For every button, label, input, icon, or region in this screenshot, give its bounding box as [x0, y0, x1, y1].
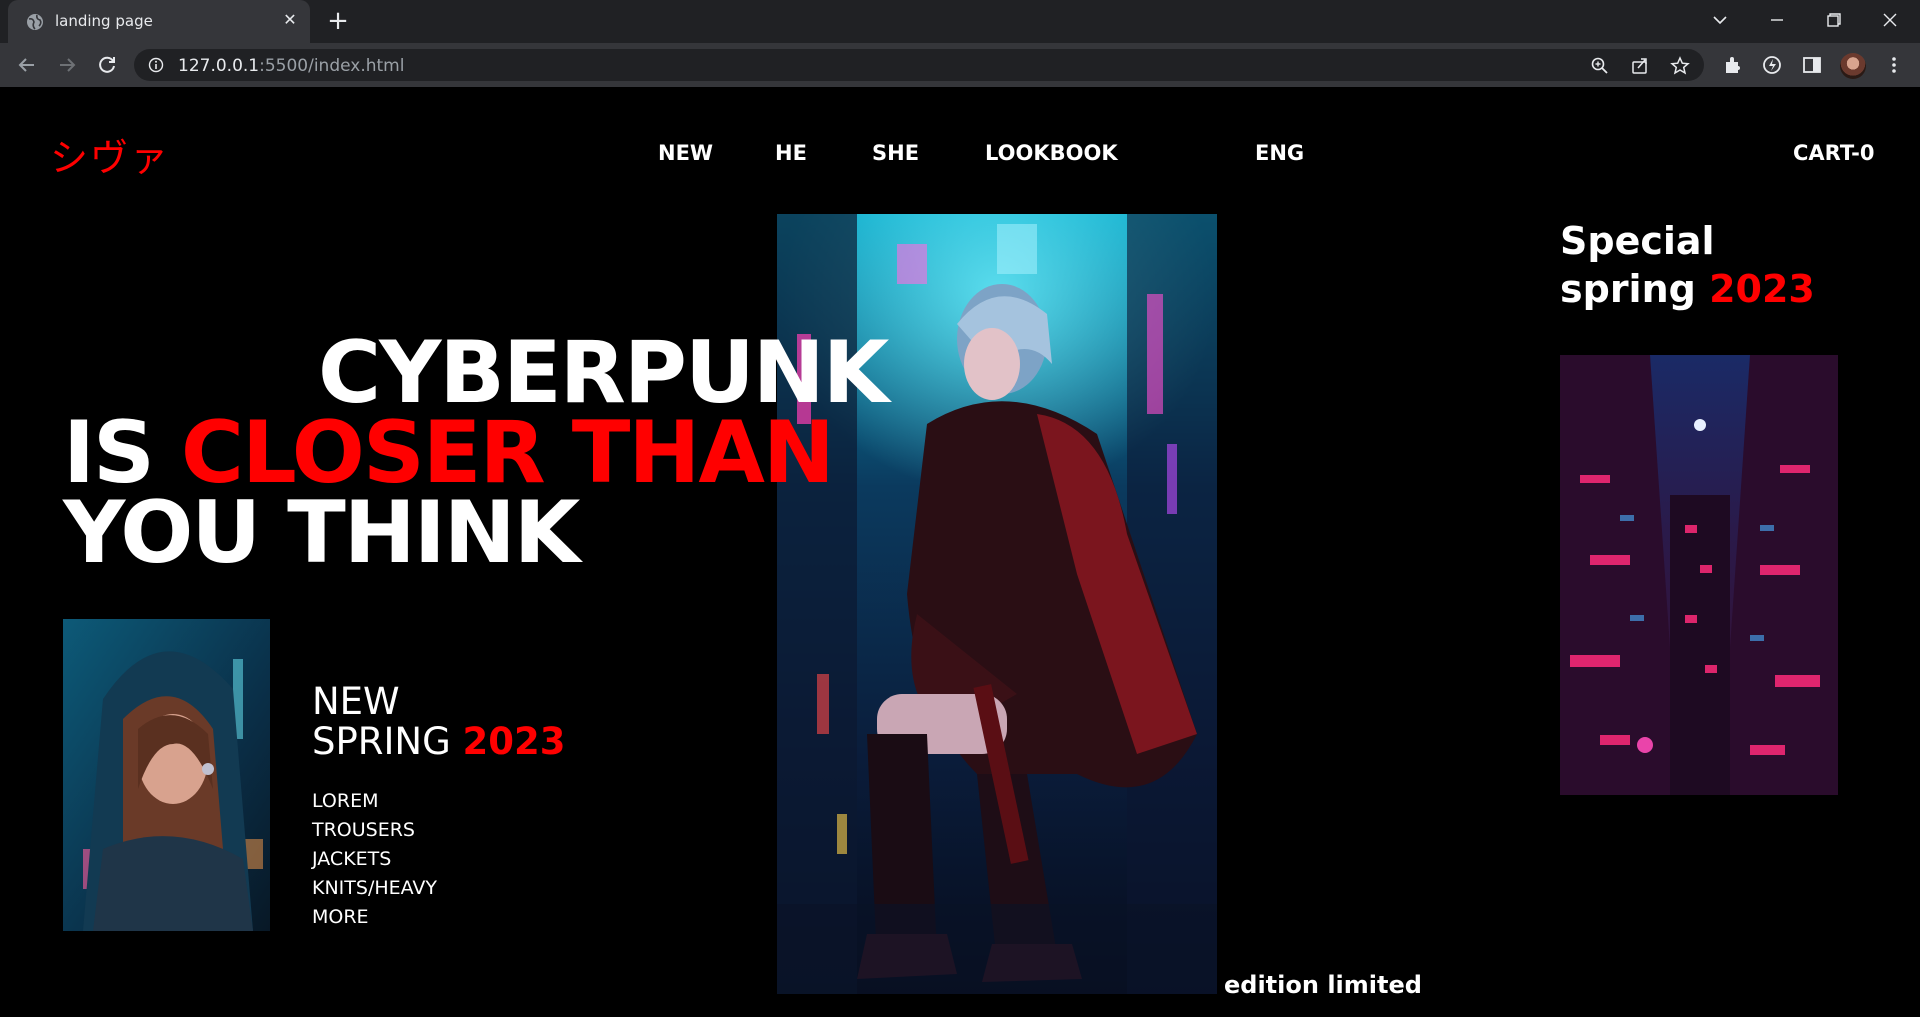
side-panel-icon[interactable] [1801, 54, 1823, 76]
collection-heading: NEW SPRING 2023 [312, 682, 566, 762]
tab-close-icon[interactable]: ✕ [280, 11, 300, 31]
category-lorem[interactable]: LOREM [312, 787, 437, 816]
landing-page: シヴァ NEW HE SHE LOOKBOOK ENG CART-0 CYBER… [0, 87, 1920, 1017]
bookmark-star-icon[interactable] [1670, 56, 1690, 76]
collection-image [63, 619, 270, 931]
nav-lookbook[interactable]: LOOKBOOK [985, 141, 1118, 165]
site-logo[interactable]: シヴァ [50, 127, 170, 182]
tab-title: landing page [55, 12, 153, 30]
share-icon[interactable] [1630, 56, 1650, 76]
collection-line-1: NEW [312, 680, 400, 723]
site-info-icon[interactable] [148, 57, 164, 73]
hero-line-1: CYBERPUNK [318, 323, 889, 423]
category-trousers[interactable]: TROUSERS [312, 816, 437, 845]
zoom-icon[interactable] [1590, 56, 1610, 76]
collection-year: 2023 [462, 720, 566, 763]
cart-link[interactable]: CART-0 [1793, 141, 1874, 165]
category-jackets[interactable]: JACKETS [312, 845, 437, 874]
hero-line-2: IS CLOSER THAN [63, 410, 835, 496]
performance-icon[interactable] [1761, 54, 1783, 76]
close-window-icon[interactable] [1875, 8, 1905, 32]
category-more[interactable]: MORE [312, 903, 437, 932]
url-text[interactable]: 127.0.0.1:5500/index.html [178, 56, 404, 76]
category-list: LOREM TROUSERS JACKETS KNITS/HEAVY MORE [312, 787, 437, 932]
reload-icon[interactable] [94, 52, 120, 78]
browser-toolbar: 127.0.0.1:5500/index.html [0, 43, 1920, 87]
new-tab-icon[interactable]: + [324, 8, 352, 36]
address-bar[interactable]: 127.0.0.1:5500/index.html [134, 49, 1704, 81]
nav-new[interactable]: NEW [658, 141, 713, 165]
special-year: 2023 [1709, 267, 1815, 311]
collection-line-2: SPRING 2023 [312, 720, 566, 763]
back-icon[interactable] [14, 52, 40, 78]
special-image [1560, 355, 1838, 795]
hero-line-3: YOU THINK [63, 483, 580, 583]
minimize-icon[interactable] [1762, 8, 1792, 32]
profile-avatar[interactable] [1840, 53, 1866, 79]
nav-he[interactable]: HE [775, 141, 807, 165]
browser-tab[interactable]: landing page ✕ [8, 0, 310, 43]
nav-language[interactable]: ENG [1255, 141, 1304, 165]
nav-she[interactable]: SHE [872, 141, 919, 165]
extensions-icon[interactable] [1721, 54, 1743, 76]
menu-kebab-icon[interactable] [1883, 54, 1905, 76]
edition-label: edition limited [1224, 971, 1422, 999]
globe-icon [27, 14, 43, 30]
tab-search-icon[interactable] [1705, 8, 1735, 32]
category-knits-heavy[interactable]: KNITS/HEAVY [312, 874, 437, 903]
browser-tab-bar: landing page ✕ + [0, 0, 1920, 43]
restore-icon[interactable] [1818, 8, 1848, 32]
forward-icon[interactable] [54, 52, 80, 78]
special-line-1: Special [1560, 219, 1715, 263]
special-heading: Special spring 2023 [1560, 217, 1815, 313]
special-line-2: spring 2023 [1560, 267, 1815, 311]
